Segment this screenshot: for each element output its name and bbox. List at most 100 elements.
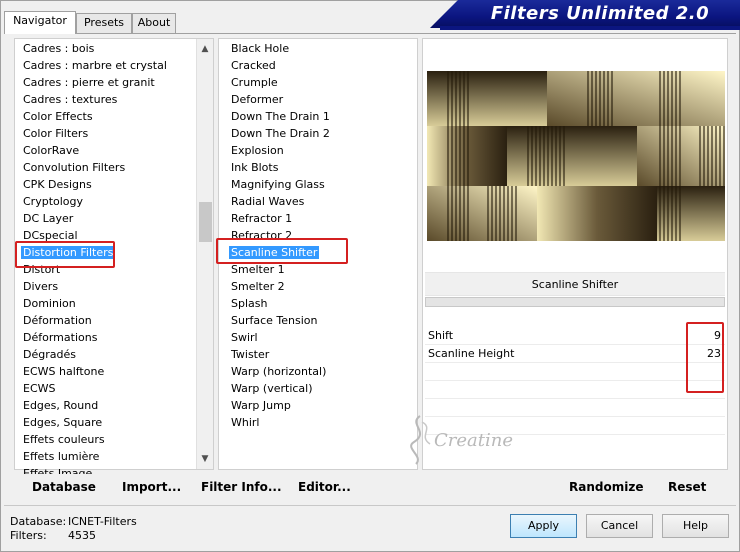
- filter-item[interactable]: Radial Waves: [231, 193, 330, 210]
- category-item[interactable]: Déformations: [23, 329, 167, 346]
- filter-item[interactable]: Refractor 1: [231, 210, 330, 227]
- category-item[interactable]: ColorRave: [23, 142, 167, 159]
- category-item[interactable]: Cadres : textures: [23, 91, 167, 108]
- filter-progress-bar: [425, 297, 725, 307]
- category-item-label: ColorRave: [23, 144, 80, 157]
- filter-item[interactable]: Whirl: [231, 414, 330, 431]
- filter-item[interactable]: Crumple: [231, 74, 330, 91]
- category-item[interactable]: Edges, Round: [23, 397, 167, 414]
- category-item[interactable]: Edges, Square: [23, 414, 167, 431]
- filter-item[interactable]: Magnifying Glass: [231, 176, 330, 193]
- filter-item[interactable]: Warp (horizontal): [231, 363, 330, 380]
- category-item[interactable]: Cadres : marbre et crystal: [23, 57, 167, 74]
- help-button[interactable]: Help: [662, 514, 729, 538]
- category-item[interactable]: Dégradés: [23, 346, 167, 363]
- watermark-logo: Creatine: [400, 412, 550, 472]
- category-item[interactable]: Divers: [23, 278, 167, 295]
- filter-item-label: Splash: [231, 297, 268, 310]
- filter-item[interactable]: Down The Drain 2: [231, 125, 330, 142]
- category-item[interactable]: Color Effects: [23, 108, 167, 125]
- category-item[interactable]: Déformation: [23, 312, 167, 329]
- filter-item[interactable]: Warp Jump: [231, 397, 330, 414]
- category-item-label: Edges, Round: [23, 399, 99, 412]
- filter-item[interactable]: Scanline Shifter: [229, 244, 330, 261]
- filter-item[interactable]: Cracked: [231, 57, 330, 74]
- filter-settings-panel: Scanline Shifter Shift 9 Scanline Height…: [422, 38, 728, 470]
- category-item[interactable]: Color Filters: [23, 125, 167, 142]
- tab-navigator[interactable]: Navigator: [4, 11, 76, 34]
- filter-item-label: Refractor 1: [231, 212, 293, 225]
- filter-item[interactable]: Smelter 2: [231, 278, 330, 295]
- category-item-label: Distortion Filters: [21, 246, 116, 259]
- category-item[interactable]: Effets lumière: [23, 448, 167, 465]
- filter-info-button[interactable]: Filter Info...: [201, 480, 282, 494]
- category-item-label: Dominion: [23, 297, 76, 310]
- filter-item-label: Smelter 1: [231, 263, 285, 276]
- category-item[interactable]: Dominion: [23, 295, 167, 312]
- filter-item[interactable]: Explosion: [231, 142, 330, 159]
- category-item[interactable]: Distort: [23, 261, 167, 278]
- cancel-button[interactable]: Cancel: [586, 514, 653, 538]
- filter-item[interactable]: Twister: [231, 346, 330, 363]
- category-scrollbar[interactable]: ▲ ▼: [196, 39, 213, 469]
- database-button[interactable]: Database: [32, 480, 96, 494]
- category-item-label: Distort: [23, 263, 61, 276]
- filter-item-label: Scanline Shifter: [229, 246, 320, 259]
- category-item-label: DCspecial: [23, 229, 78, 242]
- scroll-thumb[interactable]: [199, 202, 212, 242]
- category-item[interactable]: ECWS: [23, 380, 167, 397]
- filters-count: 4535: [68, 529, 96, 542]
- tab-presets[interactable]: Presets: [76, 13, 132, 33]
- database-value: ICNET-Filters: [68, 515, 137, 528]
- tab-about[interactable]: About: [132, 13, 176, 33]
- category-item[interactable]: Cadres : pierre et granit: [23, 74, 167, 91]
- title-banner-bar: [440, 26, 740, 30]
- scroll-down-arrow-icon[interactable]: ▼: [197, 451, 213, 467]
- category-item[interactable]: DC Layer: [23, 210, 167, 227]
- category-item-label: Cryptology: [23, 195, 84, 208]
- category-item[interactable]: Convolution Filters: [23, 159, 167, 176]
- category-item[interactable]: Distortion Filters: [21, 244, 167, 261]
- category-item[interactable]: CPK Designs: [23, 176, 167, 193]
- filter-item-label: Warp Jump: [231, 399, 291, 412]
- reset-button[interactable]: Reset: [668, 480, 706, 494]
- database-info: Database: ICNET-Filters: [10, 515, 137, 528]
- category-item[interactable]: ECWS halftone: [23, 363, 167, 380]
- category-list-panel: Cadres : bois Cadres : marbre et crystal C…: [14, 38, 214, 480]
- filter-item[interactable]: Warp (vertical): [231, 380, 330, 397]
- filter-item[interactable]: Black Hole: [231, 40, 330, 57]
- filter-list: Black Hole Cracked Crumple Deformer Down The…: [229, 40, 330, 431]
- apply-button[interactable]: Apply: [510, 514, 577, 538]
- category-item[interactable]: Cadres : bois: [23, 40, 167, 57]
- filter-item[interactable]: Surface Tension: [231, 312, 330, 329]
- param-row-shift[interactable]: Shift 9: [425, 327, 725, 345]
- scroll-up-arrow-icon[interactable]: ▲: [197, 41, 213, 57]
- category-item[interactable]: DCspecial: [23, 227, 167, 244]
- filter-item-label: Surface Tension: [231, 314, 318, 327]
- filter-item[interactable]: Down The Drain 1: [231, 108, 330, 125]
- filter-item[interactable]: Refractor 2: [231, 227, 330, 244]
- param-label: Shift: [428, 329, 454, 342]
- randomize-button[interactable]: Randomize: [569, 480, 643, 494]
- filter-item-label: Down The Drain 2: [231, 127, 330, 140]
- category-item-label: Convolution Filters: [23, 161, 126, 174]
- filter-item[interactable]: Deformer: [231, 91, 330, 108]
- category-item[interactable]: Cryptology: [23, 193, 167, 210]
- watermark-text: Creatine: [434, 430, 513, 451]
- filter-item[interactable]: Swirl: [231, 329, 330, 346]
- category-item-label: Effets lumière: [23, 450, 100, 463]
- param-value[interactable]: 9: [714, 329, 721, 342]
- param-value[interactable]: 23: [707, 347, 721, 360]
- import-button[interactable]: Import...: [122, 480, 181, 494]
- param-row-empty: [425, 381, 725, 399]
- param-row-scanline-height[interactable]: Scanline Height 23: [425, 345, 725, 363]
- filter-item-label: Smelter 2: [231, 280, 285, 293]
- filter-item[interactable]: Smelter 1: [231, 261, 330, 278]
- filters-info: Filters: 4535: [10, 529, 96, 542]
- filter-item[interactable]: Splash: [231, 295, 330, 312]
- filter-preview-image: [427, 71, 725, 241]
- category-item[interactable]: Effets couleurs: [23, 431, 167, 448]
- filter-item[interactable]: Ink Blots: [231, 159, 330, 176]
- editor-button[interactable]: Editor...: [298, 480, 351, 494]
- category-item-label: CPK Designs: [23, 178, 92, 191]
